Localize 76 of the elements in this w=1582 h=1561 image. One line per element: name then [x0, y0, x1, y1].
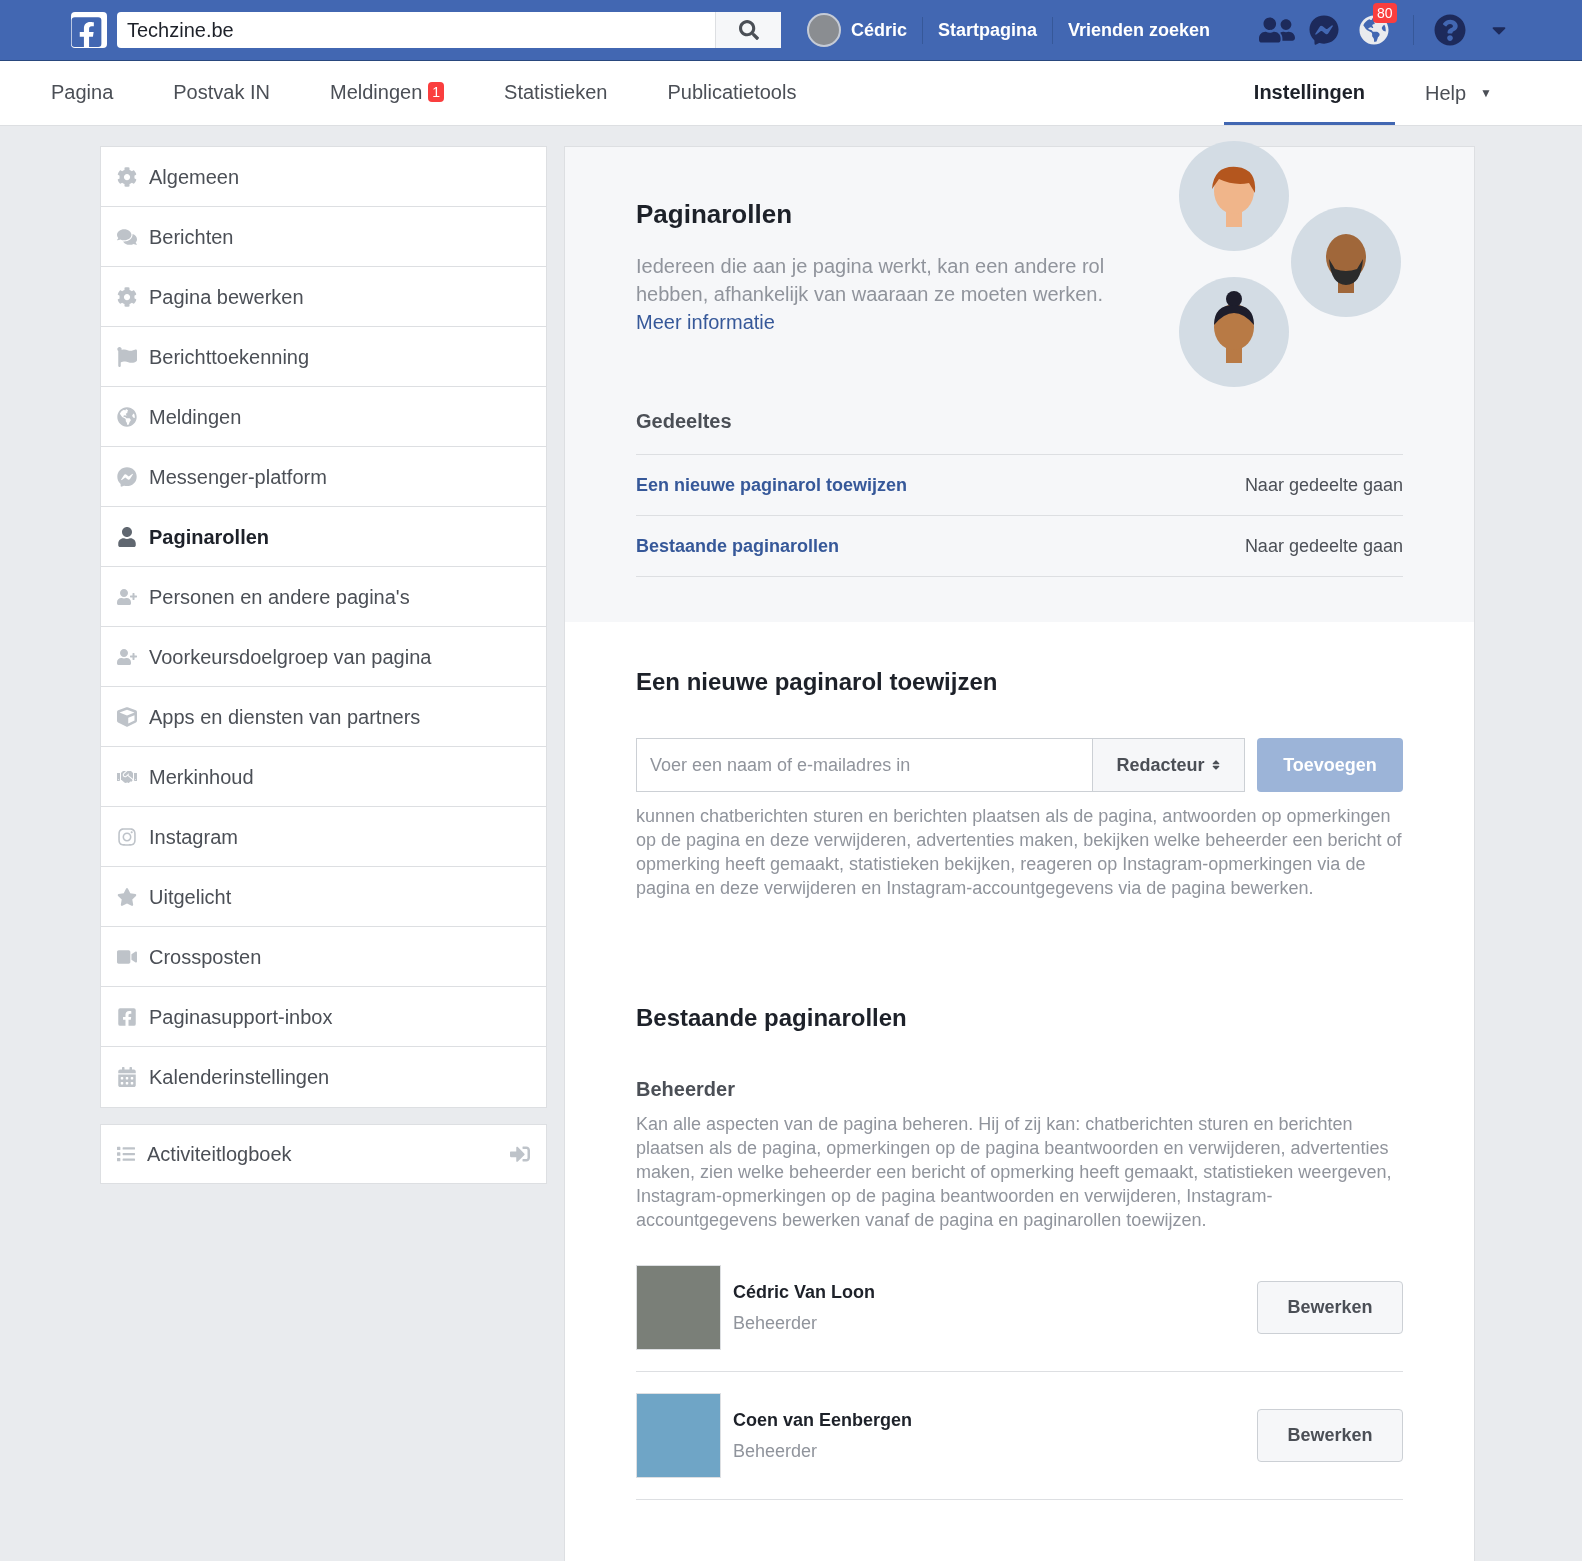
user-name: Cédric [851, 18, 908, 42]
sidebar-item[interactable]: Uitgelicht [101, 867, 546, 927]
sidebar-item[interactable]: Personen en andere pagina's [101, 567, 546, 627]
jump-link[interactable]: Naar gedeelte gaan [1244, 532, 1403, 560]
section-link[interactable]: Bestaande paginarollen [636, 532, 840, 560]
activity-log-item[interactable]: Activiteitlogboek [100, 1124, 547, 1184]
person-role: Beheerder [733, 1439, 819, 1463]
search-field[interactable]: Techzine.be [117, 12, 715, 48]
sidebar-item[interactable]: Berichttoekenning [101, 327, 546, 387]
person-name[interactable]: Coen van Eenbergen [733, 1406, 1257, 1434]
nav-link[interactable]: Startpagina [922, 16, 1038, 44]
sidebar-item[interactable]: Instagram [101, 807, 546, 867]
page-tab[interactable]: Postvak IN [143, 61, 300, 125]
sidebar-item[interactable]: Berichten [101, 207, 546, 267]
sidebar-item[interactable]: Meldingen [101, 387, 546, 447]
gear-icon [117, 166, 137, 187]
page-tab[interactable]: Publicatietools [637, 61, 827, 125]
help-menu[interactable]: Help ▼ [1394, 61, 1522, 125]
section-title: Een nieuwe paginarol toewijzen [636, 667, 999, 697]
edit-button[interactable]: Bewerken [1257, 1409, 1403, 1462]
role-dropdown[interactable]: Redacteur [1093, 738, 1245, 792]
person-plus-icon [117, 646, 137, 667]
profile-link[interactable]: Cédric [807, 13, 908, 47]
sidebar-item[interactable]: Voorkeursdoelgroep van pagina [101, 627, 546, 687]
sidebar-item[interactable]: Messenger-platform [101, 447, 546, 507]
globe-icon [117, 406, 137, 427]
enter-icon [510, 1144, 530, 1164]
more-info-link[interactable]: Meer informatie [636, 308, 775, 336]
section-title: Paginarollen [636, 198, 793, 231]
cube-icon [117, 706, 137, 727]
help-icon[interactable] [1434, 14, 1466, 46]
role-description: kunnen chatberichten sturen en berichten plaatsen als de pagina, antwoorden op opmerkingen op de pagina en deze verwijderen, advertenties maken, bekijken welke beheerder een bericht of opmerking heeft gemaakt, statistieken bekijken, reageren op Instagram-opmerkingen via de pagina en deze verwijderen en Instagram-accountgegevens via de pagina bewerken. [636, 805, 1403, 900]
intro-text: Iedereen die aan je pagina werkt, kan een andere rol hebben, afhankelijk van waaraan ze moeten werken. [636, 254, 1106, 307]
jump-link[interactable]: Naar gedeelte gaan [1244, 471, 1403, 499]
search-icon [738, 20, 759, 40]
edit-button[interactable]: Bewerken [1257, 1281, 1403, 1334]
sidebar-item[interactable]: Algemeen [101, 147, 546, 207]
sidebar-item[interactable]: Kalenderinstellingen [101, 1047, 546, 1107]
add-button: Toevoegen [1257, 738, 1403, 792]
sidebar-item[interactable]: Pagina bewerken [101, 267, 546, 327]
star-icon [117, 886, 137, 907]
gear-icon [117, 286, 137, 307]
sidebar-item[interactable]: Paginasupport-inbox [101, 987, 546, 1047]
section-title: Bestaande paginarollen [636, 1003, 908, 1033]
role-description: Kan alle aspecten van de pagina beheren. Hij of zij kan: chatberichten sturen en berichten plaatsen als de pagina, opmerkingen op de pagina beantwoorden en verwijderen, advertenties maken, zien welke beheerder een bericht of opmerking heeft gemaakt, statistieken weergeven, Instagram-opmerkingen op de pagina beantwoorden en verwijderen, Instagram-accountgegevens bewerken vanaf de pagina en paginarollen toewijzen. [636, 1113, 1393, 1232]
page-tab[interactable]: Meldingen 1 [300, 61, 475, 125]
person-role: Beheerder [733, 1311, 819, 1335]
logo-icon[interactable] [71, 12, 107, 48]
page-tab[interactable]: Statistieken [474, 61, 638, 125]
sidebar-item[interactable]: Paginarollen [101, 507, 546, 567]
flag-icon [117, 346, 137, 367]
friends-icon[interactable] [1259, 15, 1295, 45]
section-link[interactable]: Een nieuwe paginarol toewijzen [636, 471, 908, 499]
sort-caret-icon [1210, 759, 1221, 771]
chat-bubbles-icon [117, 226, 137, 247]
search-button[interactable] [715, 12, 781, 48]
count-badge: 1 [428, 81, 445, 102]
chat-bubble-icon [117, 466, 137, 487]
camera-icon [117, 826, 137, 847]
page-tab[interactable]: Instellingen [1223, 61, 1395, 125]
avatar-photo [807, 13, 841, 47]
role-title: Beheerder [636, 1077, 736, 1102]
page-tab[interactable]: Pagina [21, 61, 144, 125]
messenger-icon[interactable] [1309, 15, 1339, 45]
person-icon [117, 526, 137, 547]
person-plus-icon [117, 586, 137, 607]
subsection-title: Gedeeltes [636, 409, 733, 434]
list-icon [117, 1145, 135, 1163]
sidebar-item[interactable]: Merkinhoud [101, 747, 546, 807]
name-input-field[interactable]: Voer een naam of e-mailadres in [636, 738, 1093, 792]
person-name[interactable]: Cédric Van Loon [733, 1278, 1257, 1306]
sidebar-item[interactable]: Crossposten [101, 927, 546, 987]
sidebar-item[interactable]: Apps en diensten van partners [101, 687, 546, 747]
nav-link[interactable]: Vrienden zoeken [1052, 16, 1211, 44]
calendar-icon [117, 1067, 137, 1087]
notification-badge: 80 [1373, 3, 1397, 23]
